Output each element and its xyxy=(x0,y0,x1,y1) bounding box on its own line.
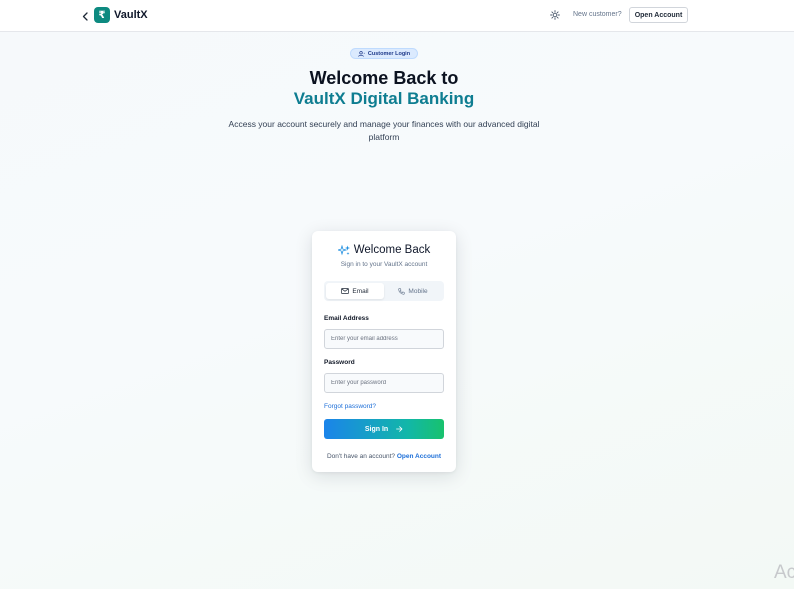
brand-name[interactable]: VaultX xyxy=(114,9,148,21)
hero-title-line-2: VaultX Digital Banking xyxy=(293,89,475,108)
open-account-link[interactable]: Open Account xyxy=(397,453,441,460)
card-title: Welcome Back xyxy=(353,244,431,256)
mail-icon xyxy=(341,288,350,294)
tab-email[interactable]: Email xyxy=(326,283,384,299)
hero-title-line-1: Welcome Back to xyxy=(309,68,459,88)
login-card: Welcome Back Sign in to your VaultX acco… xyxy=(312,231,456,472)
hero-subtitle: Access your account securely and manage … xyxy=(228,119,540,142)
customer-login-badge: Customer Login xyxy=(350,48,418,59)
sun-icon xyxy=(550,10,560,20)
theme-toggle-button[interactable] xyxy=(549,9,561,21)
top-navigation-bar: ₹ VaultX New customer? Open Account xyxy=(0,0,794,32)
rupee-icon: ₹ xyxy=(98,9,106,21)
email-label: Email Address xyxy=(324,315,369,322)
card-header: Welcome Back xyxy=(312,244,456,256)
sparkle-icon xyxy=(337,244,350,255)
sign-in-button[interactable]: Sign In xyxy=(324,419,444,439)
badge-label: Customer Login xyxy=(367,50,411,57)
chevron-left-icon xyxy=(82,11,88,21)
activation-watermark: Ac xyxy=(774,562,794,583)
tab-mobile[interactable]: Mobile xyxy=(384,283,442,299)
user-icon xyxy=(358,50,365,57)
card-subtitle: Sign in to your VaultX account xyxy=(340,261,428,268)
new-customer-text: New customer? xyxy=(573,11,622,18)
open-account-button[interactable]: Open Account xyxy=(629,7,688,23)
arrow-right-icon xyxy=(396,426,403,432)
password-label: Password xyxy=(324,359,355,366)
login-method-tabs: Email Mobile xyxy=(324,281,444,301)
brand-logo[interactable]: ₹ xyxy=(94,7,110,23)
signup-prompt-text: Don't have an account? xyxy=(326,453,396,460)
forgot-password-link[interactable]: Forgot password? xyxy=(324,403,376,410)
email-field[interactable] xyxy=(324,329,444,349)
sign-in-label: Sign In xyxy=(364,425,389,433)
tab-email-label: Email xyxy=(352,287,369,295)
tab-mobile-label: Mobile xyxy=(408,287,428,295)
password-field[interactable] xyxy=(324,373,444,393)
back-button[interactable] xyxy=(80,9,90,23)
phone-icon xyxy=(398,287,406,295)
signup-prompt: Don't have an account? Open Account xyxy=(312,453,456,460)
